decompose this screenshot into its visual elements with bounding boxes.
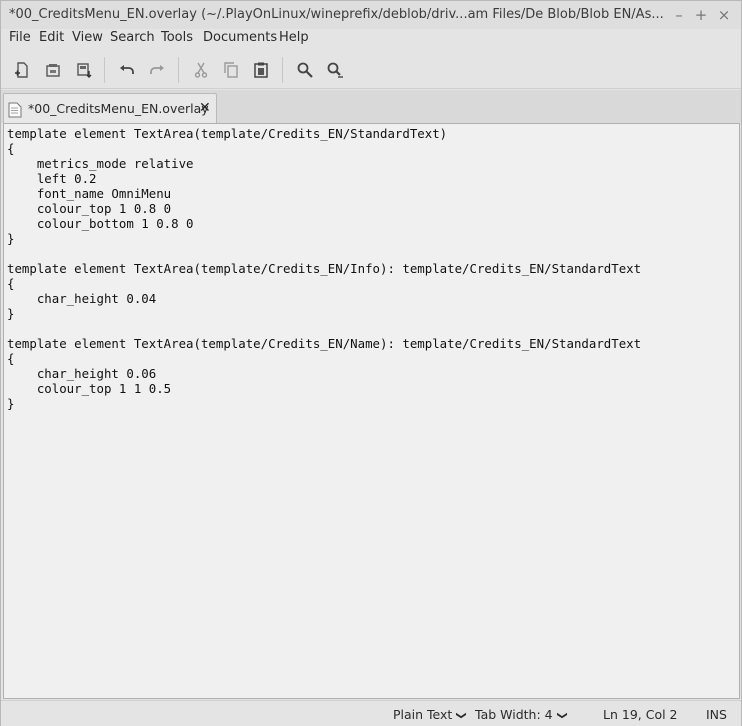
menu-bar: File Edit View Search Tools Documents He… <box>1 29 741 49</box>
code-line: char_height 0.04 <box>7 291 157 306</box>
tab-width-label: Tab Width: 4 <box>475 707 553 722</box>
menu-view[interactable]: View <box>72 30 103 45</box>
redo-icon[interactable] <box>145 58 169 82</box>
toolbar-separator <box>104 57 105 83</box>
cut-icon[interactable] <box>189 58 213 82</box>
tab-document[interactable]: *00_CreditsMenu_EN.overlay ✕ <box>3 93 217 123</box>
copy-icon[interactable] <box>219 58 243 82</box>
tab-strip: *00_CreditsMenu_EN.overlay ✕ <box>1 90 741 123</box>
code-line: } <box>7 396 15 411</box>
text-document-icon <box>8 102 22 118</box>
language-selector[interactable]: Plain Text ❯ <box>393 707 468 722</box>
code-line: colour_bottom 1 0.8 0 <box>7 216 194 231</box>
cursor-position: Ln 19, Col 2 <box>603 707 678 722</box>
code-line: colour_top 1 1 0.5 <box>7 381 172 396</box>
code-line: } <box>7 231 15 246</box>
menu-tools[interactable]: Tools <box>161 30 193 45</box>
code-line: metrics_mode relative <box>7 156 194 171</box>
paste-icon[interactable] <box>249 58 273 82</box>
find-icon[interactable] <box>293 58 317 82</box>
maximize-button[interactable]: + <box>691 5 711 25</box>
save-document-icon[interactable] <box>72 58 96 82</box>
language-label: Plain Text <box>393 707 453 722</box>
text-editor[interactable]: template element TextArea(template/Credi… <box>3 123 740 699</box>
window-title: *00_CreditsMenu_EN.overlay (~/.PlayOnLin… <box>9 7 664 22</box>
chevron-down-icon: ❯ <box>556 711 568 720</box>
menu-search[interactable]: Search <box>110 30 155 45</box>
code-line: template element TextArea(template/Credi… <box>7 261 642 276</box>
undo-icon[interactable] <box>115 58 139 82</box>
code-line: } <box>7 306 15 321</box>
code-line: { <box>7 276 15 291</box>
editor-window: *00_CreditsMenu_EN.overlay (~/.PlayOnLin… <box>0 0 742 726</box>
code-line: template element TextArea(template/Credi… <box>7 126 448 141</box>
menu-file[interactable]: File <box>9 30 31 45</box>
tab-close-icon[interactable]: ✕ <box>199 100 211 116</box>
code-line: { <box>7 351 15 366</box>
code-line: left 0.2 <box>7 171 97 186</box>
open-document-icon[interactable] <box>41 58 65 82</box>
toolbar <box>1 51 741 89</box>
menu-help[interactable]: Help <box>279 30 309 45</box>
code-line: { <box>7 141 15 156</box>
toolbar-separator <box>178 57 179 83</box>
tab-label: *00_CreditsMenu_EN.overlay <box>28 101 209 116</box>
minimize-button[interactable]: – <box>669 5 689 25</box>
tab-width-selector[interactable]: Tab Width: 4 ❯ <box>475 707 568 722</box>
chevron-down-icon: ❯ <box>456 711 468 720</box>
code-line: template element TextArea(template/Credi… <box>7 336 642 351</box>
menu-documents[interactable]: Documents <box>203 30 277 45</box>
code-content: template element TextArea(template/Credi… <box>7 126 641 411</box>
close-window-button[interactable]: × <box>714 5 734 25</box>
code-line: font_name OmniMenu <box>7 186 172 201</box>
title-bar: *00_CreditsMenu_EN.overlay (~/.PlayOnLin… <box>1 1 741 29</box>
find-replace-icon[interactable] <box>323 58 347 82</box>
status-bar: Plain Text ❯ Tab Width: 4 ❯ Ln 19, Col 2 I… <box>1 700 741 726</box>
toolbar-separator <box>282 57 283 83</box>
menu-edit[interactable]: Edit <box>39 30 64 45</box>
new-document-icon[interactable] <box>10 58 34 82</box>
code-line: colour_top 1 0.8 0 <box>7 201 172 216</box>
insert-mode: INS <box>706 707 727 722</box>
code-line: char_height 0.06 <box>7 366 157 381</box>
